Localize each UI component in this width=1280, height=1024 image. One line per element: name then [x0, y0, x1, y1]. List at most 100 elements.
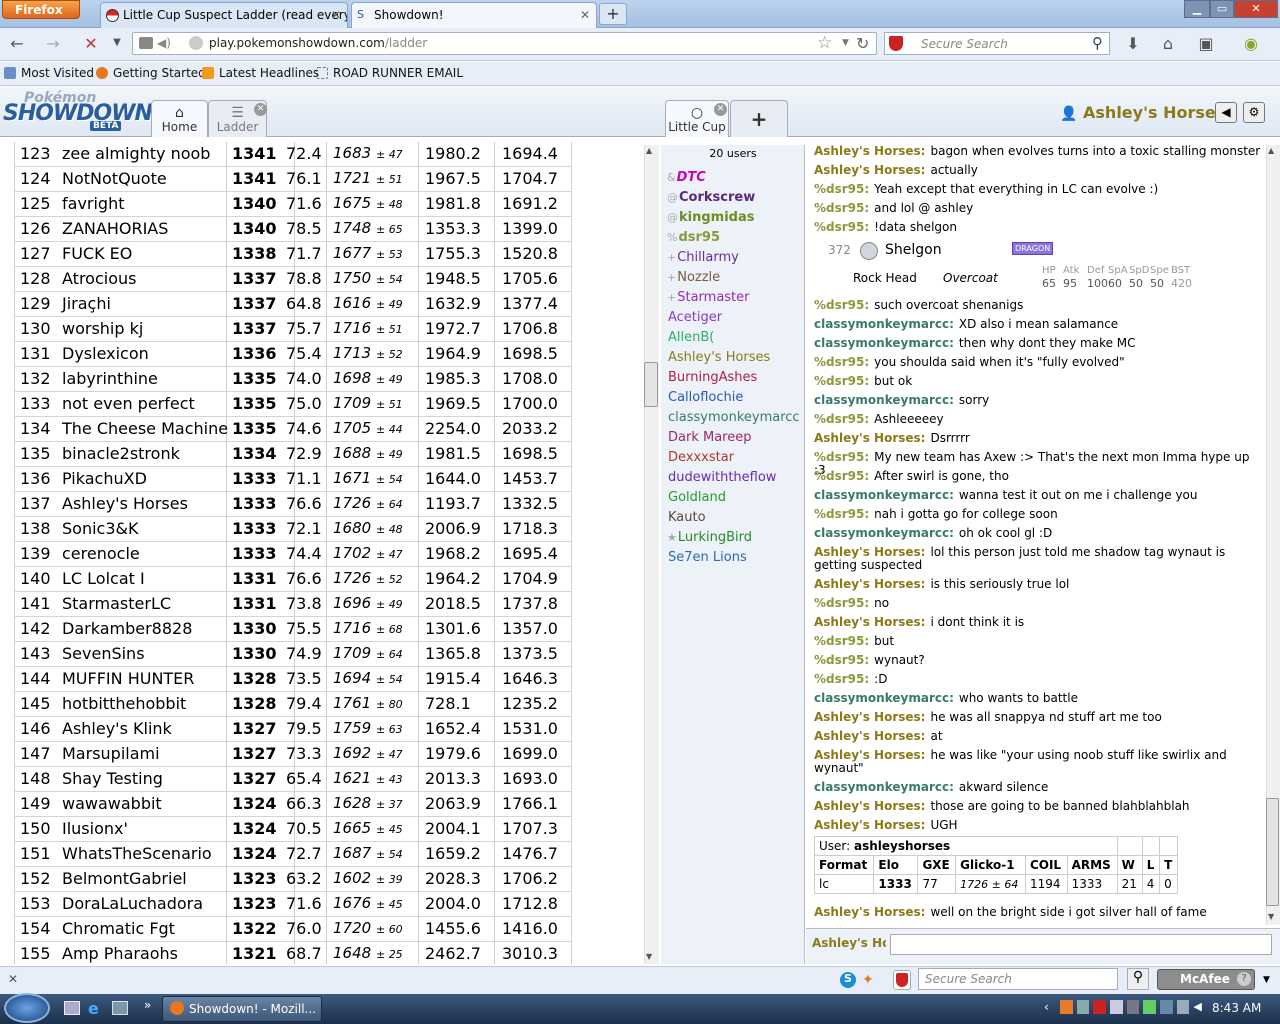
chat-message-author[interactable]: %dsr95: — [814, 507, 869, 521]
user-list-item[interactable]: ★LurkingBird — [667, 530, 752, 550]
internet-explorer-icon[interactable]: e — [88, 999, 99, 1018]
player-name-cell[interactable]: PikachuXD — [62, 469, 242, 488]
start-button[interactable] — [4, 993, 50, 1023]
player-name-cell[interactable]: Ashley's Klink — [62, 719, 242, 738]
logo-showdown[interactable]: SHOWDOWN — [3, 101, 153, 126]
addon-fox-icon[interactable]: ✦ — [862, 972, 874, 988]
user-list-item[interactable]: dudewiththeflow — [667, 470, 776, 490]
mcafee-shield-icon[interactable] — [893, 970, 911, 990]
taskbar-overflow-icon[interactable]: » — [144, 998, 151, 1012]
player-name-cell[interactable]: ZANAHORIAS — [62, 219, 242, 238]
tray-monitor-icon[interactable] — [1176, 1000, 1190, 1014]
chat-message-author[interactable]: %dsr95: — [814, 412, 869, 426]
close-tab-icon[interactable]: ✕ — [331, 8, 341, 22]
chat-message-author[interactable]: Ashley's Horses: — [814, 615, 925, 629]
scroll-down-arrow[interactable]: ▼ — [646, 952, 652, 961]
chat-message-author[interactable]: Ashley's Horses: — [814, 748, 925, 762]
chat-message-author[interactable]: classymonkeymarcc: — [814, 526, 954, 540]
search-icon[interactable]: ⚲ — [1092, 34, 1103, 52]
search-icon[interactable]: ⚲ — [1127, 968, 1149, 990]
player-name-cell[interactable]: wawawabbit — [62, 794, 242, 813]
player-name-cell[interactable]: MUFFIN HUNTER — [62, 669, 242, 688]
close-addon-bar-icon[interactable]: ✕ — [8, 972, 18, 986]
home-icon[interactable]: ⌂ — [1157, 34, 1179, 54]
tray-app-icon[interactable] — [1126, 1000, 1140, 1014]
player-name-cell[interactable]: worship kj — [62, 319, 242, 338]
back-icon[interactable]: ← — [6, 34, 28, 54]
chat-message-author[interactable]: Ashley's Horses: — [814, 163, 925, 177]
ladder-scroll-thumb[interactable] — [644, 362, 658, 407]
addon-search-input[interactable]: Secure Search — [918, 968, 1118, 990]
tray-app-icon[interactable] — [1076, 1000, 1090, 1014]
chat-message-author[interactable]: classymonkeymarcc: — [814, 488, 954, 502]
chat-message-author[interactable]: Ashley's Horses: — [814, 710, 925, 724]
help-icon[interactable]: ? — [1237, 972, 1251, 986]
player-name-cell[interactable]: StarmasterLC — [62, 594, 242, 613]
user-stats-username[interactable]: ashleyshorses — [854, 839, 950, 853]
player-name-cell[interactable]: not even perfect — [62, 394, 242, 413]
user-list-item[interactable]: Kauto — [667, 510, 706, 530]
current-user[interactable]: 👤 Ashley's Horses — [1060, 103, 1225, 122]
user-list-item[interactable]: Acetiger — [667, 310, 722, 330]
clock[interactable]: 8:43 AM — [1212, 1001, 1261, 1015]
player-name-cell[interactable]: Darkamber8828 — [62, 619, 242, 638]
user-list-item[interactable]: Ashley's Horses — [667, 350, 770, 370]
add-room-button[interactable]: + — [730, 100, 788, 137]
close-tab-icon[interactable]: ✕ — [714, 103, 727, 116]
user-list-item[interactable]: Calloflochie — [667, 390, 743, 410]
player-name-cell[interactable]: Ilusionx' — [62, 819, 242, 838]
pokemon-name[interactable]: Shelgon — [885, 242, 942, 258]
chat-message-author[interactable]: classymonkeymarcc: — [814, 393, 954, 407]
minimize-button[interactable]: ▁ — [1184, 0, 1210, 18]
chat-message-author[interactable]: Ashley's Horses: — [814, 144, 925, 158]
close-tab-icon[interactable]: ✕ — [254, 103, 267, 116]
player-name-cell[interactable]: zee almighty noob — [62, 144, 242, 163]
chat-message-author[interactable]: Ashley's Horses: — [814, 545, 925, 559]
player-name-cell[interactable]: Ashley's Horses — [62, 494, 242, 513]
chat-message-author[interactable]: %dsr95: — [814, 450, 869, 464]
user-list-item[interactable]: classymonkeymarcc — [667, 410, 800, 430]
firefox-menu-button[interactable]: Firefox — [2, 0, 80, 19]
player-name-cell[interactable]: FUCK EO — [62, 244, 242, 263]
tray-shield-icon[interactable] — [1093, 1000, 1107, 1014]
chat-message-author[interactable]: Ashley's Horses: — [814, 799, 925, 813]
player-name-cell[interactable]: binacle2stronk — [62, 444, 242, 463]
user-list-item[interactable]: Se7en Lions — [667, 550, 747, 570]
player-name-cell[interactable]: WhatsTheScenario — [62, 844, 242, 863]
forward-icon[interactable]: → — [42, 34, 64, 54]
user-list-item[interactable]: Dexxxstar — [667, 450, 734, 470]
chat-message-author[interactable]: Ashley's Horses: — [814, 729, 925, 743]
show-desktop-icon[interactable] — [64, 1001, 80, 1015]
chat-message-author[interactable]: %dsr95: — [814, 596, 869, 610]
chat-message-author[interactable]: classymonkeymarcc: — [814, 336, 954, 350]
chat-message-author[interactable]: Ashley's Horses: — [814, 431, 925, 445]
player-name-cell[interactable]: LC Lolcat I — [62, 569, 242, 588]
close-window-button[interactable]: ✕ — [1234, 0, 1278, 18]
player-name-cell[interactable]: favright — [62, 194, 242, 213]
url-dropdown-icon[interactable]: ▼ — [842, 38, 849, 48]
tab-home[interactable]: ⌂ Home — [151, 100, 208, 137]
tray-network-icon[interactable] — [1143, 1000, 1157, 1014]
sound-button[interactable]: ◀ — [1215, 102, 1237, 123]
chat-message-author[interactable]: classymonkeymarcc: — [814, 317, 954, 331]
tray-display-icon[interactable] — [1160, 1000, 1173, 1014]
chat-message-author[interactable]: %dsr95: — [814, 201, 869, 215]
scroll-down-arrow[interactable]: ▼ — [1268, 912, 1274, 921]
close-tab-icon[interactable]: ✕ — [580, 8, 590, 22]
player-name-cell[interactable]: SevenSins — [62, 644, 242, 663]
player-name-cell[interactable]: Chromatic Fgt — [62, 919, 242, 938]
player-name-cell[interactable]: labyrinthine — [62, 369, 242, 388]
player-name-cell[interactable]: Jiraçhi — [62, 294, 242, 313]
user-list-item[interactable]: Goldland — [667, 490, 726, 510]
chat-scroll-thumb[interactable] — [1266, 798, 1279, 906]
bookmark-road-runner[interactable]: ROAD RUNNER EMAIL — [316, 66, 463, 80]
chat-message-author[interactable]: %dsr95: — [814, 220, 869, 234]
browser-tab-showdown[interactable]: S Showdown! ✕ — [351, 2, 597, 28]
player-name-cell[interactable]: Marsupilami — [62, 744, 242, 763]
settings-button[interactable]: ⚙ — [1243, 102, 1265, 123]
extension-icon[interactable]: ◉ — [1240, 34, 1262, 54]
taskbar-item-firefox[interactable]: Showdown! - Mozill... — [162, 996, 322, 1022]
chat-message-author[interactable]: Ashley's Horses: — [814, 818, 925, 832]
new-tab-button[interactable]: + — [599, 3, 627, 25]
bookmark-star-icon[interactable]: ☆ — [817, 33, 832, 53]
